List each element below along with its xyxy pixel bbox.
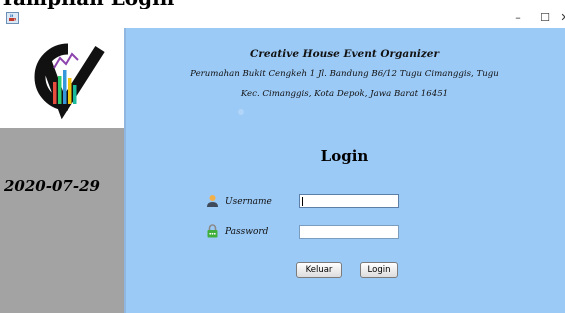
sidebar: 2020-07-29 [0,28,124,313]
page-heading: Tampilan Login [0,0,174,8]
logo-area [0,28,124,128]
username-label: Username [225,197,272,207]
date-panel: 2020-07-29 [0,128,124,313]
current-date: 2020-07-29 [4,177,100,195]
login-button[interactable]: Login [360,262,398,278]
maximize-button[interactable]: ☐ [531,10,559,26]
password-label: Password [225,227,269,237]
address-line-2: Kec. Cimanggis, Kota Depok, Jawa Barat 1… [240,89,449,99]
ghost-artifact [238,106,338,117]
organization-name: Creative House Event Organizer [250,48,439,60]
main-panel: Creative House Event Organizer Perumahan… [124,28,565,313]
close-button[interactable]: ✕ [558,10,565,26]
login-title: Login [320,147,369,165]
username-input[interactable] [299,194,399,208]
cv-logo [34,43,105,120]
keluar-button[interactable]: Keluar [296,262,342,278]
password-input[interactable] [299,225,399,239]
minimize-button[interactable]: – [504,10,532,26]
java-cup-icon [6,12,19,24]
address-line-1: Perumahan Bukit Cengkeh 1 Jl. Bandung B6… [190,69,499,79]
title-bar: – ☐ ✕ [0,9,565,28]
lock-icon [207,224,218,238]
user-icon [207,195,218,207]
text-caret [302,197,303,206]
panel-divider [124,28,126,313]
